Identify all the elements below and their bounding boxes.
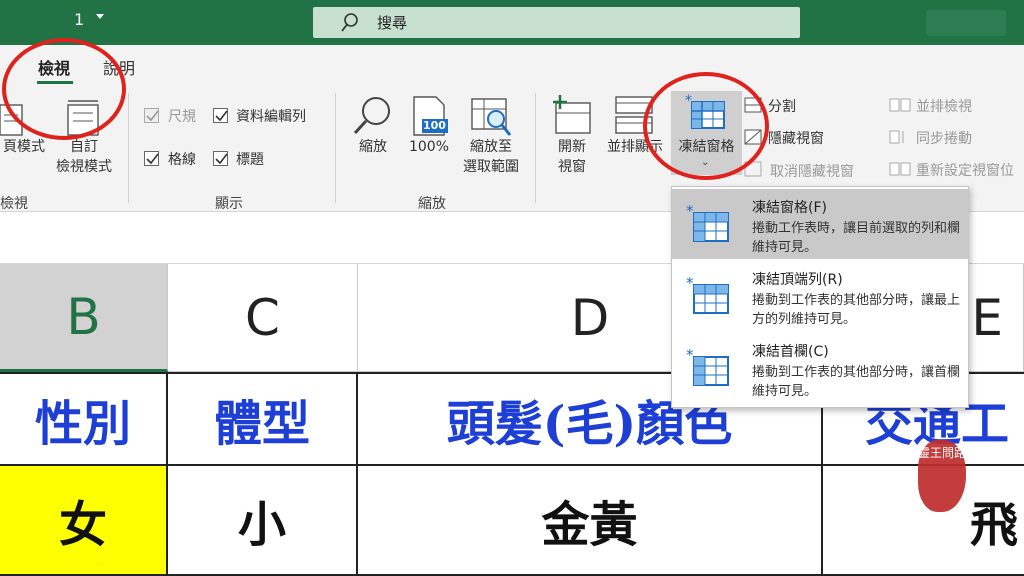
hide-window-button[interactable]: 隱藏視窗 xyxy=(768,128,824,148)
cell-d-data[interactable]: 金黃 xyxy=(358,466,823,576)
page-layout-button[interactable]: 頁模式 xyxy=(0,137,48,157)
quick-access-dropdown-icon[interactable] xyxy=(96,14,104,19)
cell-b-data[interactable]: 女 xyxy=(0,466,168,576)
menu-item-description: 捲動到工作表的其他部分時，讓最上方的列維持可見。 xyxy=(752,293,961,327)
freeze-panes-icon: * xyxy=(686,203,729,242)
group-divider xyxy=(128,93,129,203)
zoom-to-selection-button[interactable]: 縮放至 選取範圍 xyxy=(454,137,528,177)
annotation-circle-view-tab xyxy=(2,38,126,140)
group-divider xyxy=(535,93,536,203)
new-window-label-1: 開新 xyxy=(558,139,586,155)
svg-text:*: * xyxy=(686,275,694,292)
freeze-first-column-icon: * xyxy=(686,347,729,386)
cell-c-header[interactable]: 體型 xyxy=(168,372,358,466)
freeze-top-row-icon: * xyxy=(686,275,729,314)
show-group-label: 顯示 xyxy=(215,196,243,212)
menu-item-title: 凍結窗格(F) xyxy=(752,200,827,216)
zoom-to-selection-label-2: 選取範圍 xyxy=(463,159,519,175)
zoom-group-label: 縮放 xyxy=(418,196,446,212)
gridlines-checkbox[interactable] xyxy=(144,151,159,166)
title-bar: 1 搜尋 xyxy=(0,0,1024,45)
new-window-label-2: 視窗 xyxy=(558,159,586,175)
zoom-to-selection-label-1: 縮放至 xyxy=(470,139,512,155)
new-window-icon[interactable] xyxy=(552,95,592,135)
cell-c-data[interactable]: 小 xyxy=(168,466,358,576)
account-area[interactable] xyxy=(926,10,1006,36)
zoom-100-button[interactable]: 100% xyxy=(404,137,454,157)
ruler-checkbox[interactable] xyxy=(144,108,159,123)
gridlines-label: 格線 xyxy=(168,152,196,168)
menu-item-description: 捲動到工作表的其他部分時，讓首欄維持可見。 xyxy=(752,365,961,399)
column-header-c[interactable]: C xyxy=(168,264,358,372)
sync-scroll-button[interactable]: 同步捲動 xyxy=(916,128,972,148)
column-header-b[interactable]: B xyxy=(0,264,168,372)
menu-item-title: 凍結頂端列(R) xyxy=(752,272,843,288)
custom-views-label-2: 檢視模式 xyxy=(56,159,112,175)
annotation-circle-freeze-panes xyxy=(643,72,769,180)
menu-item-freeze-panes[interactable]: * 凍結窗格(F) 捲動工作表時，讓目前選取的列和欄維持可見。 xyxy=(672,189,968,259)
svg-text:*: * xyxy=(686,347,694,364)
headings-label: 標題 xyxy=(236,152,264,168)
reset-position-icon xyxy=(889,162,911,176)
seal-text: 靈王問路 xyxy=(918,446,967,460)
new-window-button[interactable]: 開新 視窗 xyxy=(548,137,596,177)
custom-views-label-1: 自訂 xyxy=(70,139,98,155)
menu-item-freeze-top-row[interactable]: * 凍結頂端列(R) 捲動到工作表的其他部分時，讓最上方的列維持可見。 xyxy=(672,261,968,331)
zoom-to-selection-icon[interactable] xyxy=(470,97,512,137)
zoom-button[interactable]: 縮放 xyxy=(350,137,396,157)
view-side-by-side-button[interactable]: 並排檢視 xyxy=(916,96,972,116)
seal-watermark: 靈王問路 xyxy=(918,440,966,512)
reset-window-position-button[interactable]: 重新設定視窗位 xyxy=(916,160,1014,180)
cell-b-header[interactable]: 性別 xyxy=(0,372,168,466)
menu-item-freeze-first-column[interactable]: * 凍結首欄(C) 捲動到工作表的其他部分時，讓首欄維持可見。 xyxy=(672,333,968,403)
freeze-panes-menu: * 凍結窗格(F) 捲動工作表時，讓目前選取的列和欄維持可見。 * 凍結頂端列(… xyxy=(671,186,969,408)
quick-access-number[interactable]: 1 xyxy=(74,10,84,29)
split-button[interactable]: 分割 xyxy=(768,96,796,116)
zoom-icon[interactable] xyxy=(352,95,394,135)
search-box[interactable]: 搜尋 xyxy=(313,7,800,38)
workbook-views-group-label: 檢視 xyxy=(0,196,28,212)
menu-item-description: 捲動工作表時，讓目前選取的列和欄維持可見。 xyxy=(752,221,961,255)
checkmarks xyxy=(146,110,228,165)
ruler-label: 尺規 xyxy=(168,109,196,125)
menu-item-title: 凍結首欄(C) xyxy=(752,344,829,360)
unhide-window-button[interactable]: 取消隱藏視窗 xyxy=(770,161,854,181)
formula-bar-label: 資料編輯列 xyxy=(236,109,306,125)
svg-text:*: * xyxy=(686,203,694,220)
group-divider xyxy=(335,93,336,203)
formula-bar-checkbox[interactable] xyxy=(213,108,228,123)
zoom-100-icon-text: 100 xyxy=(423,119,446,132)
search-label: 搜尋 xyxy=(377,14,408,32)
custom-views-button[interactable]: 自訂 檢視模式 xyxy=(50,137,118,177)
search-icon xyxy=(341,13,358,32)
sync-scroll-icon xyxy=(889,130,904,144)
view-side-by-side-icon xyxy=(889,98,911,112)
headings-checkbox[interactable] xyxy=(213,151,228,166)
